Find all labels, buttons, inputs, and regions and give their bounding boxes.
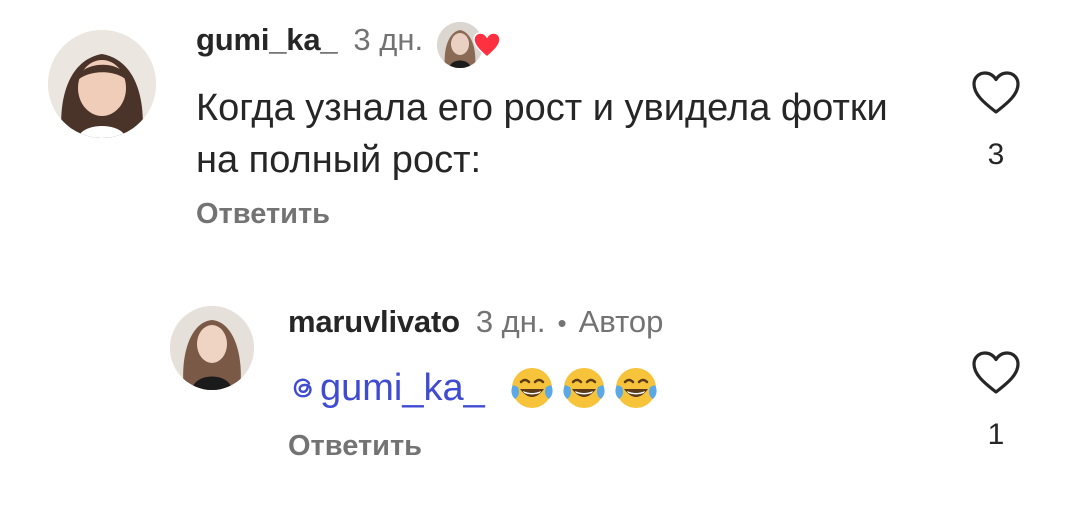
user-photo-icon [48, 30, 156, 138]
face-with-tears-of-joy-icon [563, 368, 605, 408]
reply-button[interactable]: Ответить [288, 430, 422, 463]
like-count: 3 [987, 138, 1005, 171]
heart-filled-icon [473, 32, 501, 58]
timestamp: 3 дн. [475, 304, 546, 339]
comment-gumi-ka: gumi_ka_ 3 дн. Когда узнала его рост и у… [0, 0, 1080, 260]
comment-meta: gumi_ka_ 3 дн. [196, 22, 501, 68]
separator-dot: • [557, 308, 567, 338]
username[interactable]: gumi_ka_ [196, 22, 338, 58]
comment-maruvlivato: maruvlivato 3 дн. • Автор gumi_ka_ Ответ… [0, 280, 1080, 508]
face-with-tears-of-joy-icon [615, 368, 657, 408]
like-column: 1 [966, 350, 1026, 452]
author-badge: Автор [578, 304, 664, 339]
mention-username: gumi_ka_ [320, 366, 485, 409]
reply-button[interactable]: Ответить [196, 198, 330, 231]
username[interactable]: maruvlivato [288, 304, 460, 340]
avatar[interactable] [48, 30, 156, 138]
like-column: 3 [966, 70, 1026, 172]
timestamp: 3 дн. [353, 22, 424, 57]
mention-link[interactable]: gumi_ka_ [288, 367, 485, 410]
like-count: 1 [987, 418, 1005, 451]
threads-at-icon [293, 378, 312, 398]
comment-meta: maruvlivato 3 дн. • Автор [288, 304, 663, 340]
comment-text: Когда узнала его рост и увидела фотки на… [196, 87, 888, 181]
avatar[interactable] [170, 306, 254, 390]
liked-by-author-badge [437, 22, 501, 68]
comment-text: gumi_ka_ [288, 360, 659, 416]
heart-outline-icon[interactable] [971, 350, 1021, 396]
heart-outline-icon[interactable] [971, 70, 1021, 116]
user-photo-icon [170, 306, 254, 390]
face-with-tears-of-joy-icon [511, 368, 553, 408]
